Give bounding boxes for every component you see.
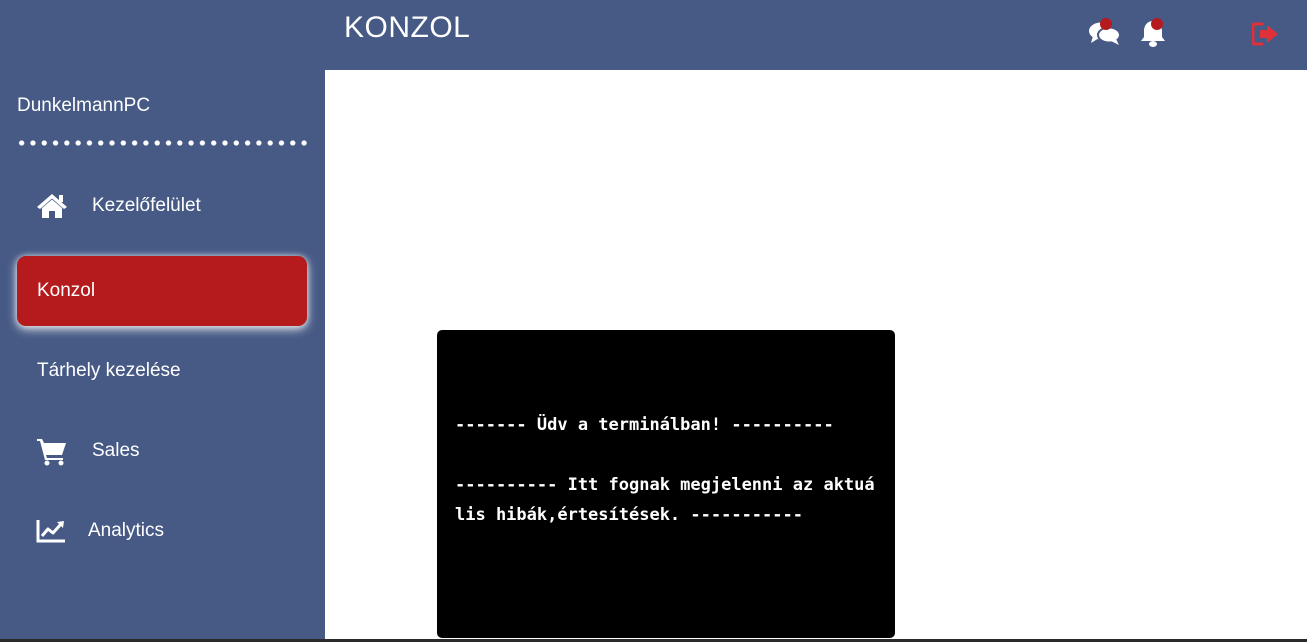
sidebar-item-label: Tárhely kezelése [37, 360, 181, 381]
sidebar-item-label: Sales [92, 440, 140, 461]
chart-line-icon [36, 519, 66, 543]
chat-button[interactable] [1088, 18, 1122, 46]
notifications-button[interactable] [1139, 17, 1167, 49]
sidebar: DunkelmannPC Kezelőfelület Konzol Tárhel… [0, 70, 325, 642]
home-icon [36, 193, 68, 219]
cart-icon [36, 436, 68, 466]
sidebar-item-kezelofelulet[interactable]: Kezelőfelület [17, 171, 307, 241]
logout-button[interactable] [1252, 22, 1280, 46]
sidebar-item-label: Analytics [88, 520, 165, 541]
terminal-line: ---------- Itt fognak megjelenni az aktu… [455, 475, 875, 525]
sidebar-item-sales[interactable]: Sales [17, 416, 307, 486]
dotted-divider [16, 140, 310, 146]
sidebar-item-label: Kezelőfelület [92, 195, 201, 216]
top-bar: KONZOL [0, 0, 1307, 70]
notifications-badge [1151, 18, 1163, 30]
page-title: KONZOL [344, 11, 471, 44]
sidebar-item-konzol[interactable]: Konzol [17, 256, 307, 326]
chat-badge [1100, 18, 1112, 30]
logout-icon [1252, 22, 1280, 46]
terminal-output: ------- Üdv a terminálban! ---------- --… [455, 410, 880, 530]
terminal-line: ------- Üdv a terminálban! ---------- [455, 415, 834, 435]
username: DunkelmannPC [17, 95, 151, 116]
sidebar-item-label: Konzol [37, 280, 96, 301]
sidebar-item-tarhely-kezelese[interactable]: Tárhely kezelése [17, 336, 307, 406]
terminal-panel: ------- Üdv a terminálban! ---------- --… [437, 330, 895, 638]
sidebar-item-analytics[interactable]: Analytics [17, 496, 307, 566]
